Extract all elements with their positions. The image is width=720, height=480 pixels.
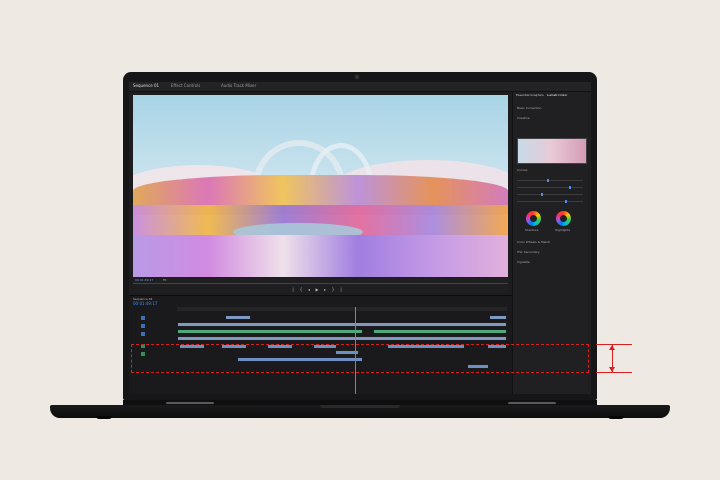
wheel-label: Highlights — [555, 228, 571, 232]
panel-row[interactable]: Basic Correction — [517, 106, 541, 111]
panel-row[interactable]: Color Wheels & Match — [517, 240, 550, 245]
adjust-slider[interactable] — [517, 179, 583, 182]
adjust-slider[interactable] — [517, 200, 583, 203]
monitor-fit-select[interactable]: Fit — [163, 278, 167, 282]
double-arrow-icon — [609, 345, 615, 372]
tab-essential-graphics[interactable]: Essential Graphics — [516, 93, 544, 97]
panel-row[interactable]: Vignette — [517, 260, 530, 265]
time-ruler[interactable] — [177, 307, 507, 311]
play-icon[interactable]: ▶ — [315, 288, 319, 292]
adjust-slider[interactable] — [517, 186, 583, 189]
rewind-icon[interactable]: ◂ — [307, 288, 311, 292]
grass-field — [133, 235, 508, 277]
mark-in-icon[interactable]: { — [299, 288, 303, 292]
adjust-slider[interactable] — [517, 193, 583, 196]
track-toggle-v2[interactable] — [141, 324, 145, 328]
video-clip[interactable] — [177, 322, 507, 327]
timeline-timecode: 00:01:49:17 — [133, 301, 158, 306]
step-back-icon[interactable]: | — [291, 288, 295, 292]
look-preview-thumbnail — [517, 138, 587, 164]
video-clip[interactable] — [177, 336, 507, 341]
panel-row[interactable]: Curves — [517, 168, 527, 173]
forward-icon[interactable]: ▸ — [323, 288, 327, 292]
monitor-controls: 00:01:49:17 Fit — [133, 278, 508, 292]
mark-out-icon[interactable]: } — [331, 288, 335, 292]
panel-row[interactable]: Creative — [517, 116, 530, 121]
track-toggle-v3[interactable] — [141, 316, 145, 320]
tab-sequence[interactable]: Sequence 01 — [133, 83, 159, 88]
hinge-vent — [166, 402, 214, 404]
laptop-foot — [608, 416, 624, 419]
dimension-line — [596, 372, 632, 373]
lid-notch — [320, 405, 400, 408]
laptop: Sequence 01 Effect Controls Audio Track … — [0, 0, 720, 480]
step-forward-icon[interactable]: | — [339, 288, 343, 292]
monitor-timecode: 00:01:49:17 — [135, 278, 154, 282]
highlights-color-wheel[interactable] — [556, 211, 571, 226]
hinge-vent — [508, 402, 556, 404]
monitor-scrubber[interactable] — [133, 283, 508, 284]
highlight-box — [131, 344, 589, 373]
video-clip[interactable] — [225, 315, 251, 320]
track-toggle-v1[interactable] — [141, 332, 145, 336]
tab-bar: Sequence 01 Effect Controls Audio Track … — [129, 82, 591, 92]
video-clip[interactable] — [177, 329, 363, 334]
video-clip[interactable] — [373, 329, 507, 334]
tab-effect-controls[interactable]: Effect Controls — [171, 83, 200, 88]
tab-audio-mixer[interactable]: Audio Track Mixer — [221, 83, 256, 88]
program-monitor — [133, 95, 508, 277]
shadows-color-wheel[interactable] — [526, 211, 541, 226]
camera-icon — [355, 75, 359, 79]
video-clip[interactable] — [489, 315, 507, 320]
tab-lumetri-color[interactable]: Lumetri Color — [547, 93, 567, 97]
laptop-foot — [96, 416, 112, 419]
wheel-label: Shadows — [525, 228, 539, 232]
panel-row[interactable]: HSL Secondary — [517, 250, 540, 255]
